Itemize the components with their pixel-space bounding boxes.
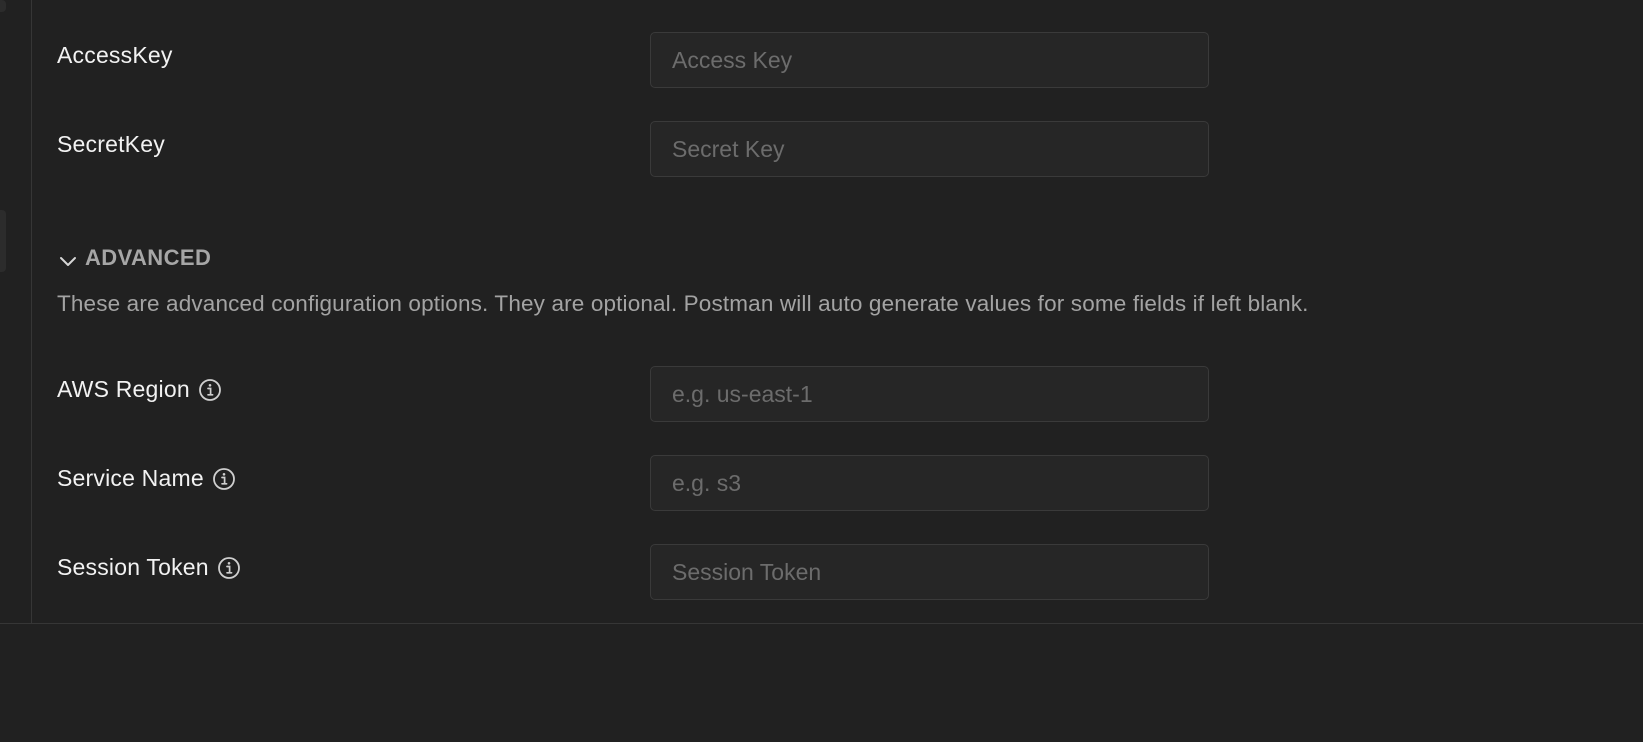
panel-divider-vertical xyxy=(31,0,32,623)
service-name-input[interactable] xyxy=(650,455,1209,511)
access-key-row: AccessKey xyxy=(57,32,1209,88)
panel-divider-horizontal xyxy=(0,623,1643,624)
advanced-description: These are advanced configuration options… xyxy=(57,291,1309,316)
access-key-label: AccessKey xyxy=(57,42,173,68)
aws-region-row: AWS Region xyxy=(57,366,1209,422)
aws-region-label: AWS Region xyxy=(57,376,190,402)
advanced-section-toggle[interactable]: ADVANCED xyxy=(57,244,211,272)
info-icon[interactable] xyxy=(217,556,241,580)
service-name-label: Service Name xyxy=(57,465,204,491)
service-name-row: Service Name xyxy=(57,455,1209,511)
access-key-input[interactable] xyxy=(650,32,1209,88)
left-edge-tab[interactable] xyxy=(0,210,6,272)
info-icon[interactable] xyxy=(198,378,222,402)
aws-region-input[interactable] xyxy=(650,366,1209,422)
secret-key-input[interactable] xyxy=(650,121,1209,177)
session-token-label: Session Token xyxy=(57,554,209,580)
advanced-section-title: ADVANCED xyxy=(85,245,212,270)
info-icon[interactable] xyxy=(212,467,236,491)
session-token-row: Session Token xyxy=(57,544,1209,600)
left-edge-tab[interactable] xyxy=(0,0,6,12)
chevron-down-icon xyxy=(57,250,79,272)
session-token-input[interactable] xyxy=(650,544,1209,600)
auth-panel: AccessKey SecretKey ADVANCED These are a… xyxy=(0,0,1643,742)
secret-key-label: SecretKey xyxy=(57,131,165,157)
secret-key-row: SecretKey xyxy=(57,121,1209,177)
